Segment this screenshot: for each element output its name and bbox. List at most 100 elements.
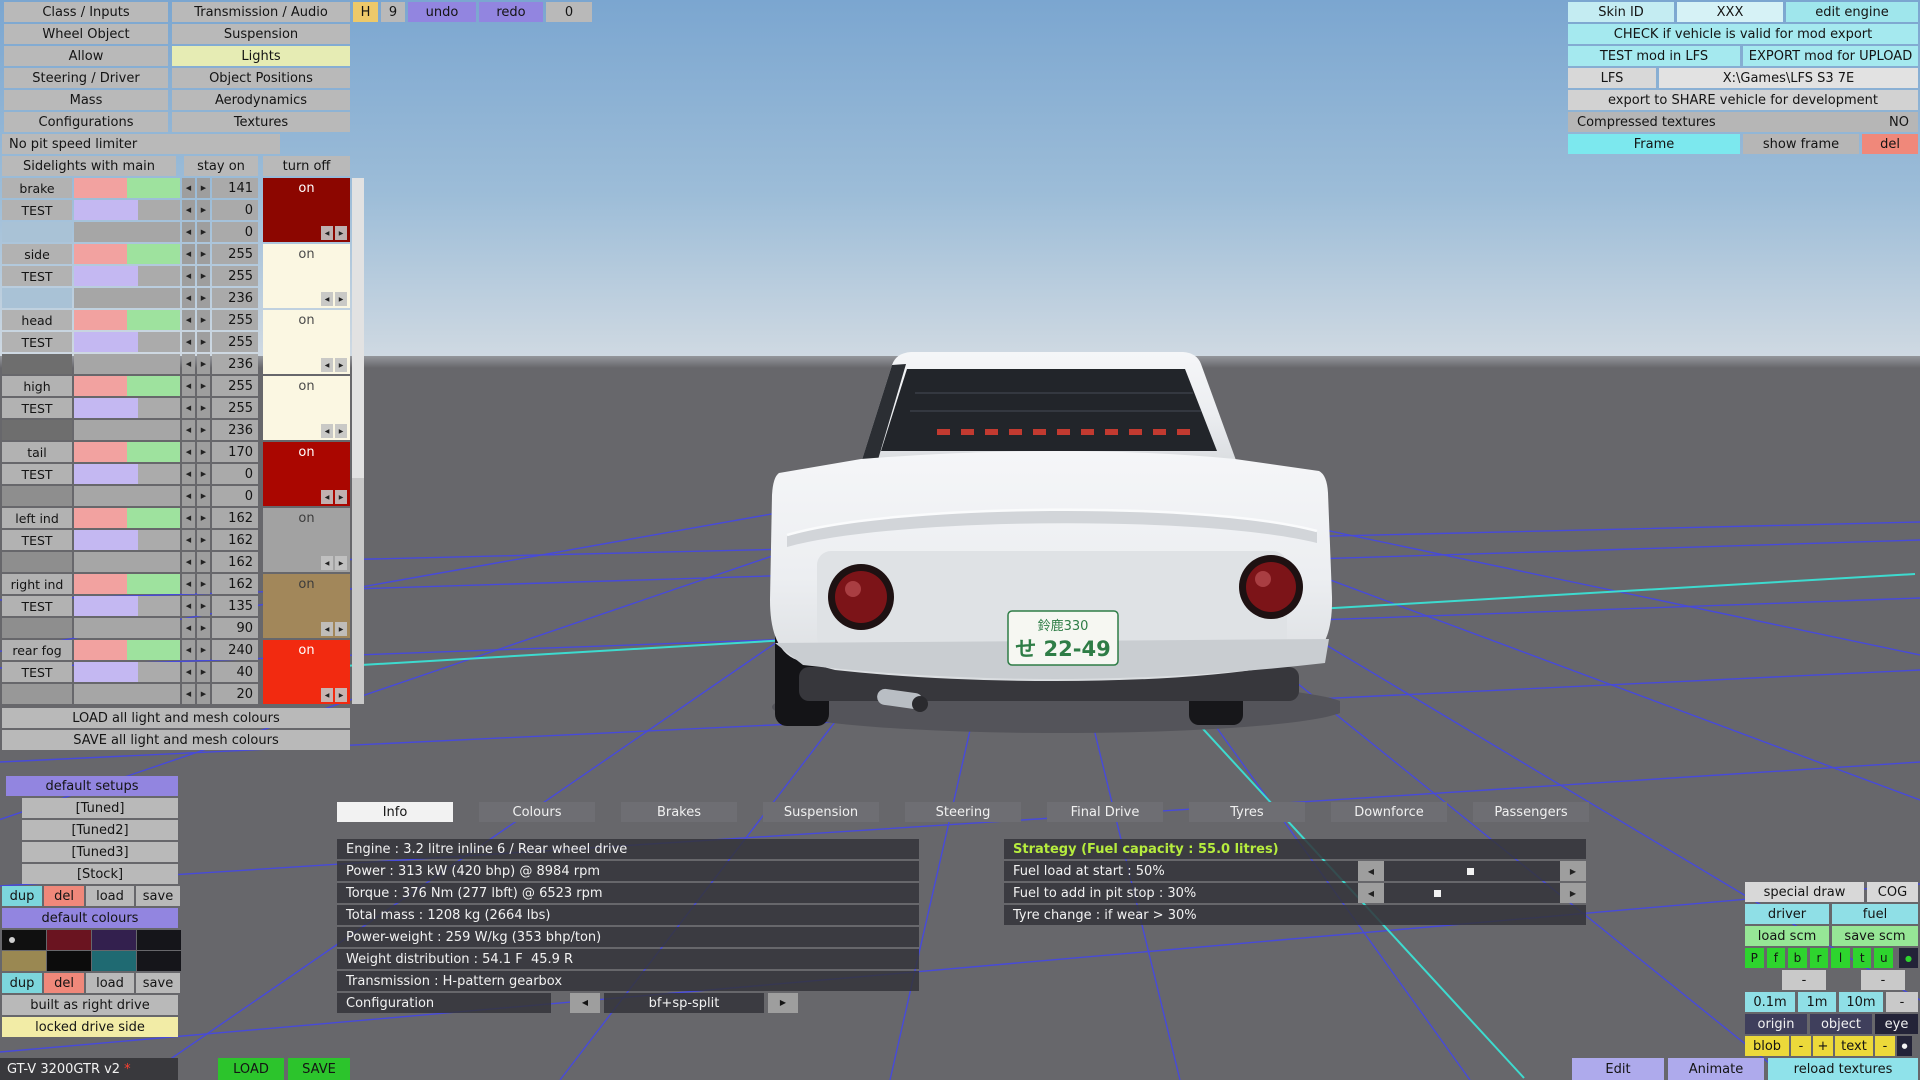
light-colour-bar[interactable]	[74, 574, 127, 594]
tab[interactable]: Suspension	[763, 802, 879, 822]
arrow-right-icon[interactable]: ▶	[197, 684, 210, 704]
arrow-right-icon[interactable]: ▶	[197, 376, 210, 396]
light-colour-bar[interactable]	[74, 552, 180, 572]
arrow-left-icon[interactable]: ◀	[182, 618, 195, 638]
dot-toggle-button[interactable]: ●	[1897, 1036, 1912, 1056]
setup-item[interactable]: [Tuned3]	[22, 842, 178, 862]
arrow-right-icon[interactable]: ▶	[335, 688, 347, 702]
light-colour-bar[interactable]	[138, 266, 180, 286]
view-toggle-button[interactable]: f	[1767, 948, 1786, 968]
cog-button[interactable]: COG	[1867, 882, 1918, 902]
arrow-left-icon[interactable]: ◀	[182, 310, 195, 330]
blob-button[interactable]: blob	[1745, 1036, 1789, 1056]
arrow-left-icon[interactable]: ◀	[321, 358, 333, 372]
arrow-left-icon[interactable]: ◀	[182, 574, 195, 594]
arrow-left-icon[interactable]: ◀	[182, 376, 195, 396]
light-colour-bar[interactable]	[74, 464, 138, 484]
save-light-colours-button[interactable]: SAVE all light and mesh colours	[2, 730, 350, 750]
save-scm-button[interactable]: save scm	[1832, 926, 1918, 946]
light-on-button[interactable]: on ◀ ▶	[263, 574, 350, 638]
light-value[interactable]: 20	[212, 684, 258, 704]
slider-handle[interactable]	[1467, 868, 1474, 875]
light-on-button[interactable]: on ◀ ▶	[263, 640, 350, 704]
light-value[interactable]: 255	[212, 376, 258, 396]
light-colour-bar[interactable]	[74, 178, 127, 198]
light-colour-bar[interactable]	[74, 596, 138, 616]
light-value[interactable]: 0	[212, 486, 258, 506]
scale-0-1m-button[interactable]: 0.1m	[1745, 992, 1795, 1012]
light-on-button[interactable]: on ◀ ▶	[263, 244, 350, 308]
arrow-left-icon[interactable]: ◀	[182, 178, 195, 198]
tab[interactable]: Steering	[905, 802, 1021, 822]
light-colour-bar[interactable]	[74, 200, 138, 220]
light-colour-bar[interactable]	[74, 684, 180, 704]
colour-action-button[interactable]: del	[44, 973, 84, 993]
arrow-right-icon[interactable]: ▶	[197, 310, 210, 330]
export-share-button[interactable]: export to SHARE vehicle for development	[1568, 90, 1918, 110]
colour-swatch[interactable]	[47, 930, 91, 950]
arrow-left-icon[interactable]: ◀	[182, 596, 195, 616]
tab[interactable]: Info	[337, 802, 453, 822]
arrow-right-icon[interactable]: ▶	[335, 424, 347, 438]
menu-button[interactable]: Aerodynamics	[172, 90, 350, 110]
menu-button[interactable]: Textures	[172, 112, 350, 132]
menu-button[interactable]: Transmission / Audio	[172, 2, 350, 22]
arrow-left-icon[interactable]: ◀	[182, 684, 195, 704]
lights-scrollbar[interactable]	[352, 178, 364, 704]
light-value[interactable]: 236	[212, 354, 258, 374]
frame-del-button[interactable]: del	[1862, 134, 1918, 154]
light-mesh-colour-swatch[interactable]	[2, 420, 72, 440]
arrow-right-icon[interactable]: ▶	[197, 398, 210, 418]
origin-button[interactable]: origin	[1745, 1014, 1807, 1034]
arrow-right-icon[interactable]: ▶	[197, 200, 210, 220]
menu-button[interactable]: Wheel Object	[4, 24, 168, 44]
arrow-left-icon[interactable]: ◀	[570, 993, 600, 1013]
arrow-right-icon[interactable]: ▶	[335, 226, 347, 240]
colour-swatch[interactable]	[2, 930, 46, 950]
light-colour-bar[interactable]	[138, 200, 180, 220]
arrow-right-icon[interactable]: ▶	[197, 596, 210, 616]
arrow-right-icon[interactable]: ▶	[335, 622, 347, 636]
test-mod-button[interactable]: TEST mod in LFS	[1568, 46, 1740, 66]
edit-engine-button[interactable]: edit engine	[1786, 2, 1918, 22]
arrow-left-icon[interactable]: ◀	[182, 530, 195, 550]
light-colour-bar[interactable]	[127, 178, 180, 198]
default-setups-header[interactable]: default setups	[6, 776, 178, 796]
load-scm-button[interactable]: load scm	[1745, 926, 1829, 946]
light-colour-bar[interactable]	[138, 464, 180, 484]
colour-swatch[interactable]	[92, 951, 136, 971]
turn-off-header[interactable]: turn off	[263, 156, 350, 176]
minus-button[interactable]: -	[1861, 970, 1905, 990]
colour-swatch[interactable]	[47, 951, 91, 971]
light-mesh-colour-swatch[interactable]	[2, 618, 72, 638]
fuel-button[interactable]: fuel	[1832, 904, 1918, 924]
light-colour-bar[interactable]	[138, 596, 180, 616]
arrow-right-icon[interactable]: ▶	[335, 358, 347, 372]
slider-track[interactable]	[1388, 861, 1556, 881]
light-test-button[interactable]: TEST	[2, 200, 72, 220]
animate-mode-button[interactable]: Animate	[1668, 1058, 1764, 1080]
arrow-left-icon[interactable]: ◀	[182, 244, 195, 264]
special-draw-button[interactable]: special draw	[1745, 882, 1864, 902]
light-value[interactable]: 170	[212, 442, 258, 462]
arrow-left-icon[interactable]: ◀	[182, 288, 195, 308]
light-colour-bar[interactable]	[74, 398, 138, 418]
colour-swatch[interactable]	[137, 930, 181, 950]
arrow-right-icon[interactable]: ▶	[197, 420, 210, 440]
slider-track[interactable]	[1388, 883, 1556, 903]
light-colour-bar[interactable]	[74, 662, 138, 682]
light-value[interactable]: 0	[212, 464, 258, 484]
light-colour-bar[interactable]	[127, 310, 180, 330]
arrow-left-icon[interactable]: ◀	[321, 226, 333, 240]
show-frame-button[interactable]: show frame	[1743, 134, 1859, 154]
light-colour-bar[interactable]	[127, 574, 180, 594]
arrow-left-icon[interactable]: ◀	[182, 222, 195, 242]
light-test-button[interactable]: TEST	[2, 332, 72, 352]
light-value[interactable]: 135	[212, 596, 258, 616]
light-mesh-colour-swatch[interactable]	[2, 552, 72, 572]
light-test-button[interactable]: TEST	[2, 398, 72, 418]
skin-id-button[interactable]: Skin ID	[1568, 2, 1674, 22]
arrow-left-icon[interactable]: ◀	[182, 332, 195, 352]
light-colour-bar[interactable]	[74, 640, 127, 660]
arrow-left-icon[interactable]: ◀	[182, 398, 195, 418]
